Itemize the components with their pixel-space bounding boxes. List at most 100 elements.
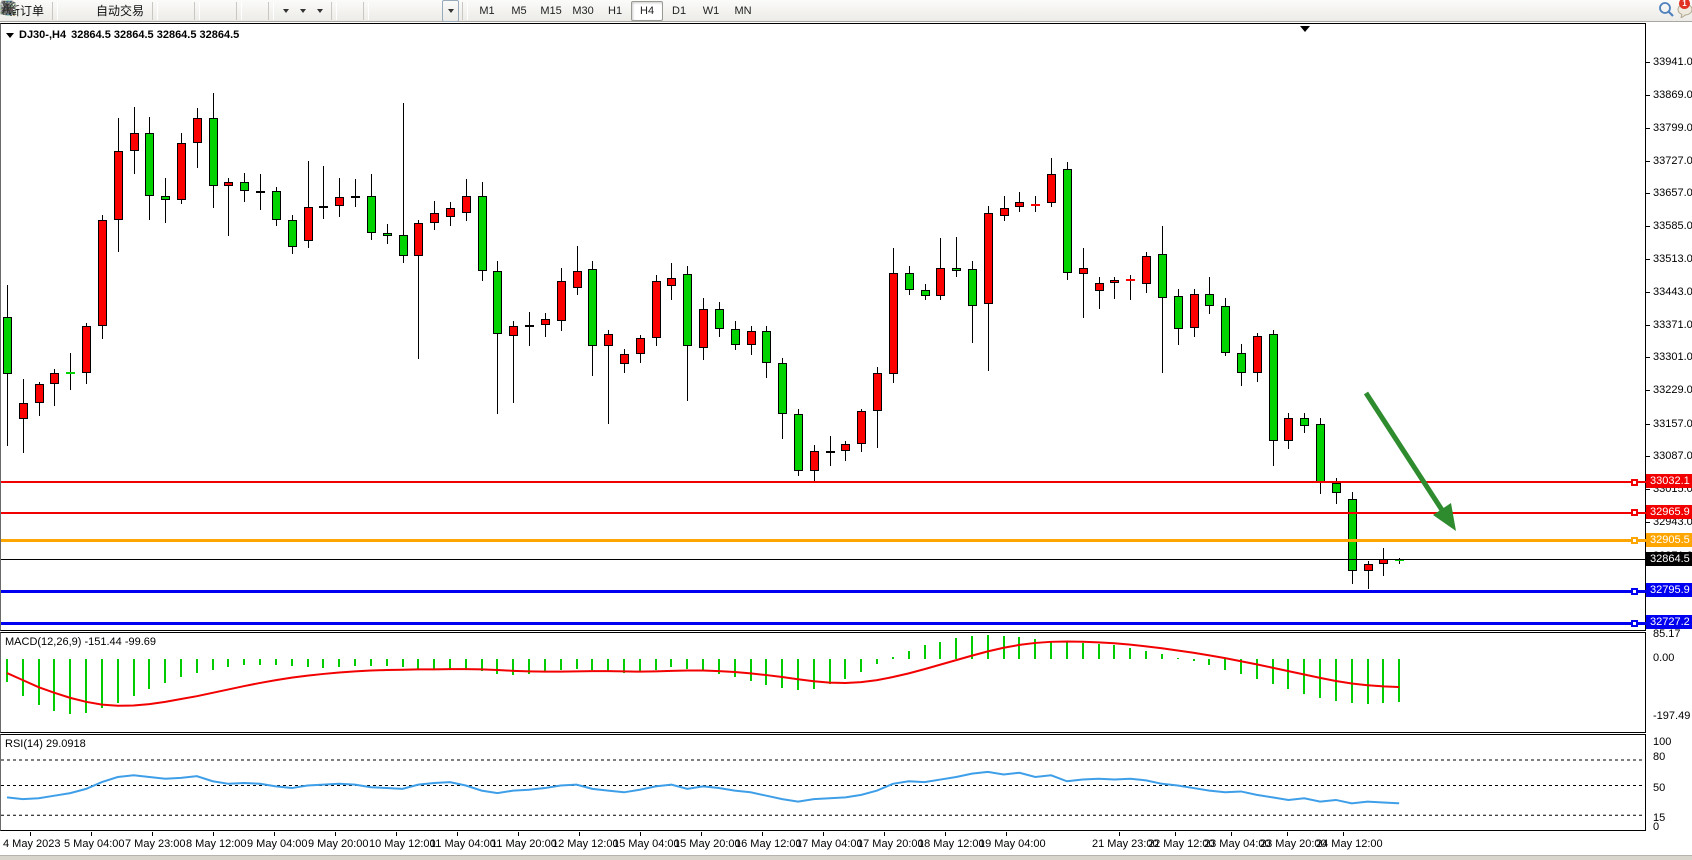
search-icon [1658,1,1675,18]
ohlc-values: 32864.5 32864.5 32864.5 32864.5 [71,29,239,41]
timeframe-d1-button[interactable]: D1 [663,1,695,21]
horizontal-line-button[interactable] [382,0,392,22]
candle-body [177,143,186,200]
timeframe-m15-button[interactable]: M15 [535,1,567,21]
line-chart-button[interactable] [181,0,191,22]
candle-body [1190,294,1199,329]
price-axis-tick [1646,390,1650,391]
text-button[interactable]: A [422,0,432,22]
candle-body [889,273,898,374]
candle-body [921,290,930,295]
candle-body [541,319,550,325]
news-button[interactable] [71,0,81,22]
price-chart-pane[interactable] [0,23,1646,631]
chat-button[interactable]: 1 [1676,1,1686,23]
timeframe-w1-button[interactable]: W1 [695,1,727,21]
zoom-out-button[interactable] [213,0,223,22]
candle-body [1142,256,1151,284]
cursor-button[interactable] [340,0,350,22]
timeframe-m5-button[interactable]: M5 [503,1,535,21]
horizontal-line-object[interactable] [1,622,1646,625]
price-axis[interactable]: 33941.033869.033799.033727.033657.033585… [1646,23,1692,855]
candle-body [304,207,313,241]
line-anchor-handle[interactable] [1631,620,1638,627]
crosshair-button[interactable] [350,0,360,22]
fibonacci-button[interactable]: F [412,0,422,22]
candle-body [573,271,582,288]
timeframe-m30-button[interactable]: M30 [567,1,599,21]
rsi-axis-label: 100 [1653,736,1671,748]
auto-trading-button[interactable]: 自动交易 [91,0,149,22]
candle-body [209,118,218,186]
price-level-badge: 32727.2 [1646,615,1692,629]
tile-windows-button[interactable] [223,0,233,22]
equidistant-channel-button[interactable]: E [402,0,412,22]
time-axis-label: 4 May 2023 [3,838,60,850]
candle-body [319,206,328,208]
signal-button[interactable] [81,0,91,22]
horizontal-line-object[interactable] [1,512,1646,514]
time-axis[interactable]: 4 May 20235 May 04:007 May 23:008 May 12… [0,832,1646,855]
candle-body [367,196,376,233]
chart-shift-marker-icon[interactable] [1300,26,1310,32]
candle-chart-button[interactable] [171,0,181,22]
price-axis-tick [1646,193,1650,194]
price-axis-tick [1646,424,1650,425]
rsi-line [1,735,1646,830]
time-axis-label: 7 May 23:00 [125,838,186,850]
candle-body [414,223,423,256]
auto-scroll-button[interactable] [245,0,255,22]
timeframe-m1-button[interactable]: M1 [471,1,503,21]
candle-body [509,326,518,336]
timeframe-h1-button[interactable]: H1 [599,1,631,21]
horizontal-line-object[interactable] [1,481,1646,483]
candle-body [1015,202,1024,207]
candle-body [493,271,502,334]
chart-shift-button[interactable] [255,0,265,22]
window-bottom-edge [0,855,1692,860]
timeframe-mn-button[interactable]: MN [727,1,759,21]
line-anchor-handle[interactable] [1631,537,1638,544]
templates-button[interactable] [311,0,328,22]
text-label-button[interactable]: T [432,0,442,22]
candle-body [525,325,534,327]
line-anchor-handle[interactable] [1631,509,1638,516]
vertical-line-button[interactable] [372,0,382,22]
arrows-tool-button[interactable] [442,0,459,22]
candle-wick [165,178,166,223]
horizontal-line-object[interactable] [1,559,1646,560]
line-anchor-handle[interactable] [1631,479,1638,486]
horizontal-line-object[interactable] [1,539,1646,542]
trendline-button[interactable] [392,0,402,22]
candle-body [699,309,708,348]
time-axis-tick [1119,832,1120,836]
periods-button[interactable] [294,0,311,22]
price-axis-tick [1646,357,1650,358]
zoom-in-button[interactable] [203,0,213,22]
search-button[interactable] [1658,1,1668,23]
candle-wick [1083,248,1084,318]
candle-body [1332,483,1341,493]
candle-body [1221,306,1230,353]
rsi-pane[interactable]: RSI(14) 29.0918 [0,734,1646,831]
line-anchor-handle[interactable] [1631,588,1638,595]
macd-label: MACD(12,26,9) -151.44 -99.69 [5,636,156,648]
price-axis-tick [1646,325,1650,326]
sound-button[interactable] [61,0,71,22]
toolbar-separator [363,2,369,20]
candle-body [1316,424,1325,483]
candle-body [3,317,12,374]
time-axis-tick [579,832,580,836]
horizontal-line-object[interactable] [1,590,1646,593]
bar-chart-button[interactable] [161,0,171,22]
candle-body [35,384,44,402]
candle-body [1205,294,1214,306]
timeframe-h4-button[interactable]: H4 [631,1,663,21]
candle-wick [1162,226,1163,373]
macd-pane[interactable]: MACD(12,26,9) -151.44 -99.69 [0,632,1646,733]
candle-body [130,133,139,151]
new-chart-button[interactable] [277,0,294,22]
price-axis-label: 33443.0 [1653,286,1692,298]
chart-dropdown-icon[interactable] [6,33,14,38]
price-axis-label: 33799.0 [1653,122,1692,134]
